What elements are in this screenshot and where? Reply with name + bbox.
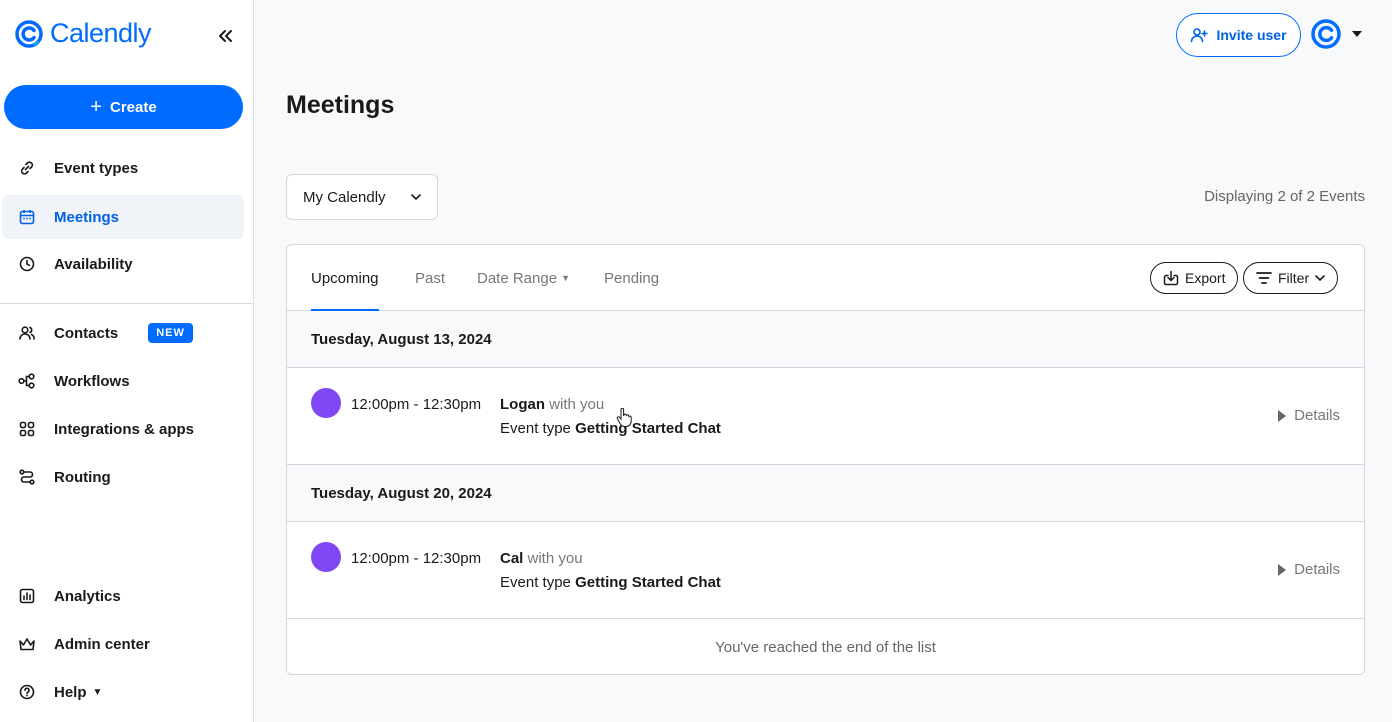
sidebar-item-integrations[interactable]: Integrations & apps xyxy=(2,407,244,451)
event-type-name: Getting Started Chat xyxy=(575,574,721,591)
clock-icon xyxy=(18,255,36,273)
invitee-name: Cal xyxy=(500,550,524,567)
tab-past[interactable]: Past xyxy=(415,245,445,311)
routing-icon xyxy=(18,468,36,486)
sidebar-item-admin-center[interactable]: Admin center xyxy=(2,622,244,666)
help-icon xyxy=(18,683,36,701)
event-type-label: Event type xyxy=(500,574,571,591)
event-invitee: Logan with you xyxy=(500,396,604,413)
create-label: Create xyxy=(109,98,157,116)
date-header: Tuesday, August 13, 2024 xyxy=(287,311,1364,368)
invitee-with: with you xyxy=(527,550,583,567)
sidebar-divider xyxy=(0,303,254,304)
filter-icon xyxy=(1256,272,1272,284)
export-icon xyxy=(1163,270,1179,286)
plus-icon: + xyxy=(90,96,102,118)
double-chevron-left-icon xyxy=(219,30,232,42)
filter-label: Filter xyxy=(1278,270,1310,286)
caret-down-icon: ▼ xyxy=(561,273,570,283)
create-button[interactable]: + Create xyxy=(4,85,243,129)
event-time: 12:00pm - 12:30pm xyxy=(351,550,482,567)
sidebar-item-label: Availability xyxy=(54,255,133,273)
sidebar-item-label: Workflows xyxy=(54,372,130,390)
event-type: Event type Getting Started Chat xyxy=(500,420,721,437)
sidebar-item-help[interactable]: Help ▼ xyxy=(2,670,244,714)
account-menu[interactable] xyxy=(1310,18,1362,50)
details-label: Details xyxy=(1294,407,1340,424)
workflow-icon xyxy=(18,372,36,390)
invite-user-button[interactable]: Invite user xyxy=(1176,13,1301,57)
event-type-name: Getting Started Chat xyxy=(575,420,721,437)
event-time: 12:00pm - 12:30pm xyxy=(351,396,482,413)
chevron-down-icon xyxy=(1315,275,1325,281)
sidebar-item-label: Analytics xyxy=(54,587,121,605)
export-button[interactable]: Export xyxy=(1150,262,1239,294)
tab-pending[interactable]: Pending xyxy=(604,245,659,311)
event-color-dot xyxy=(311,542,341,572)
add-user-icon xyxy=(1191,28,1209,43)
hand-cursor-icon xyxy=(616,408,632,427)
triangle-right-icon xyxy=(1278,409,1287,422)
sidebar-item-contacts[interactable]: Contacts NEW xyxy=(2,311,244,355)
brand-name: Calendly xyxy=(50,18,152,48)
account-avatar-icon xyxy=(1311,19,1341,49)
meetings-card: Upcoming Past Date Range ▼ Pending Expor… xyxy=(286,244,1365,675)
page-title: Meetings xyxy=(286,91,395,119)
chevron-down-icon xyxy=(411,194,421,200)
brand[interactable]: Calendly xyxy=(14,18,152,49)
tab-date-range[interactable]: Date Range ▼ xyxy=(477,245,570,311)
sidebar: Calendly + Create Event types Meetings A… xyxy=(0,0,254,722)
event-type: Event type Getting Started Chat xyxy=(500,574,721,591)
event-color-dot xyxy=(311,388,341,418)
event-count: Displaying 2 of 2 Events xyxy=(1204,188,1365,205)
meetings-tabs: Upcoming Past Date Range ▼ Pending Expor… xyxy=(287,245,1364,312)
sidebar-item-event-types[interactable]: Event types xyxy=(2,146,244,190)
end-of-list-note: You've reached the end of the list xyxy=(715,638,936,656)
tab-label: Date Range xyxy=(477,269,558,287)
event-row[interactable]: 12:00pm - 12:30pm Cal with you Event typ… xyxy=(287,522,1364,619)
caret-down-icon xyxy=(1352,31,1362,37)
sidebar-item-label: Meetings xyxy=(54,208,120,226)
sidebar-item-label: Event types xyxy=(54,159,139,177)
calendar-select-value: My Calendly xyxy=(303,188,386,206)
caret-down-icon: ▼ xyxy=(92,686,103,698)
calendar-icon xyxy=(18,208,36,226)
invitee-with: with you xyxy=(549,396,605,413)
sidebar-item-label: Help xyxy=(54,683,87,701)
tab-label: Upcoming xyxy=(311,269,379,287)
details-link[interactable]: Details xyxy=(1278,561,1340,578)
link-icon xyxy=(18,159,36,177)
triangle-right-icon xyxy=(1278,563,1287,576)
sidebar-item-label: Integrations & apps xyxy=(54,420,195,438)
sidebar-item-label: Contacts xyxy=(54,324,119,342)
crown-icon xyxy=(18,635,36,653)
sidebar-item-label: Routing xyxy=(54,468,111,486)
event-invitee: Cal with you xyxy=(500,550,583,567)
grid-icon xyxy=(18,420,36,438)
details-label: Details xyxy=(1294,561,1340,578)
tab-label: Pending xyxy=(604,269,660,287)
tab-label: Past xyxy=(415,269,446,287)
event-row[interactable]: 12:00pm - 12:30pm Logan with you Event t… xyxy=(287,368,1364,465)
sidebar-item-analytics[interactable]: Analytics xyxy=(2,574,244,618)
sidebar-item-routing[interactable]: Routing xyxy=(2,455,244,499)
chart-icon xyxy=(18,587,36,605)
event-type-label: Event type xyxy=(500,420,571,437)
calendly-logo-icon xyxy=(15,19,43,48)
contacts-icon xyxy=(18,324,36,342)
collapse-sidebar-button[interactable] xyxy=(214,25,236,47)
sidebar-item-availability[interactable]: Availability xyxy=(2,242,244,286)
calendar-select[interactable]: My Calendly xyxy=(286,174,438,220)
filter-button[interactable]: Filter xyxy=(1243,262,1339,294)
details-link[interactable]: Details xyxy=(1278,407,1340,424)
sidebar-item-label: Admin center xyxy=(54,635,150,653)
export-label: Export xyxy=(1185,270,1226,286)
sidebar-item-meetings[interactable]: Meetings xyxy=(2,195,244,239)
tab-upcoming[interactable]: Upcoming xyxy=(311,245,379,312)
new-badge: NEW xyxy=(148,323,193,343)
invite-user-label: Invite user xyxy=(1216,27,1287,43)
invitee-name: Logan xyxy=(500,396,545,413)
sidebar-item-workflows[interactable]: Workflows xyxy=(2,359,244,403)
date-header: Tuesday, August 20, 2024 xyxy=(287,465,1364,522)
